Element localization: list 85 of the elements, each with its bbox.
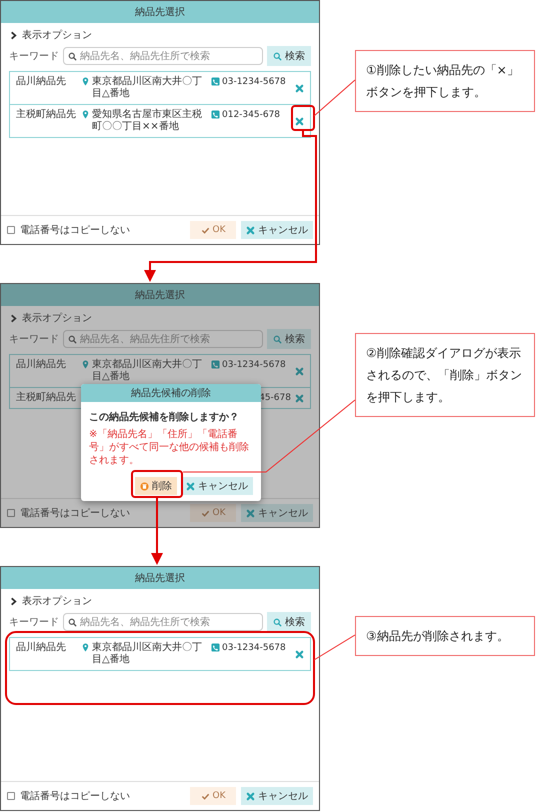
warning-note: ※「納品先名」「住所」「電話番号」がすべて同一な他の候補も削除されます。 — [89, 428, 250, 467]
search-button[interactable]: 検索 — [267, 329, 311, 349]
checkbox[interactable] — [7, 509, 15, 517]
dialog-title: 納品先候補の削除 — [81, 384, 261, 402]
delete-button[interactable] — [294, 648, 304, 660]
keyword-label: キーワード — [9, 616, 59, 629]
address-text: 東京都品川区南大井〇丁目△番地 — [92, 359, 203, 383]
address-text: 愛知県名古屋市東区主税町〇〇丁目××番地 — [92, 109, 203, 133]
delete-icon — [294, 394, 304, 402]
search-icon — [68, 334, 77, 344]
pin-icon — [81, 360, 90, 369]
phone-number: 45-678 — [258, 392, 291, 404]
cancel-button[interactable]: キャンセル — [241, 504, 313, 522]
phone-icon — [211, 77, 220, 86]
checkbox-label: 電話番号はコピーしない — [20, 790, 131, 803]
check-icon — [200, 792, 210, 800]
confirm-question: この納品先候補を削除しますか？ — [89, 410, 240, 424]
options-toggle[interactable]: 表示オプション — [22, 311, 92, 325]
callout-note: ③納品先が削除されます。 — [355, 616, 535, 656]
chevron-icon — [9, 30, 18, 40]
check-icon — [200, 226, 210, 234]
customer-name: 主税町納品先 — [16, 392, 77, 404]
connector-arrow — [151, 497, 163, 565]
options-toggle[interactable]: 表示オプション — [22, 28, 92, 42]
customer-name: 品川納品先 — [16, 359, 67, 371]
address-text: 東京都品川区南大井〇丁目△番地 — [92, 642, 203, 666]
phone-number: 03-1234-5678 — [222, 359, 286, 371]
search-icon — [68, 618, 77, 626]
delete-button[interactable] — [294, 365, 304, 377]
window-title: 納品先選択 — [1, 567, 319, 589]
close-icon — [246, 508, 255, 518]
customer-name: 品川納品先 — [16, 76, 67, 88]
leader-line — [314, 80, 356, 116]
keyword-label: キーワード — [9, 333, 59, 346]
delete-icon — [294, 650, 304, 658]
keyword-label: キーワード — [9, 50, 59, 63]
search-field[interactable]: 納品先名、納品先住所で検索 — [63, 47, 263, 65]
window-title: 納品先選択 — [1, 284, 319, 306]
callout-note: ②削除確認ダイアログが表示されるので、「削除」ボタンを押下します。 — [355, 333, 535, 417]
options-toggle[interactable]: 表示オプション — [22, 594, 92, 608]
delete-button[interactable] — [294, 392, 304, 404]
phone-number: 03-1234-5678 — [222, 76, 286, 88]
delete-button[interactable]: 削除 — [135, 477, 177, 495]
checkbox[interactable] — [7, 792, 15, 800]
customer-name: 品川納品先 — [16, 642, 67, 654]
pin-icon — [81, 110, 90, 119]
check-icon — [200, 508, 210, 518]
checkbox-label: 電話番号はコピーしない — [20, 506, 131, 520]
trash-icon — [140, 482, 149, 490]
search-button[interactable]: 検索 — [267, 46, 311, 66]
chevron-icon — [9, 314, 18, 322]
phone-icon — [211, 643, 220, 652]
cancel-button[interactable]: キャンセル — [181, 477, 253, 495]
phone-icon — [211, 110, 220, 119]
search-field[interactable]: 納品先名、納品先住所で検索 — [63, 613, 263, 631]
highlight-frame — [291, 105, 315, 131]
callout-note: ①削除したい納品先の「×」ボタンを押下します。 — [355, 50, 535, 112]
checkbox[interactable] — [7, 226, 15, 234]
close-icon — [186, 482, 195, 490]
leader-line — [314, 634, 356, 660]
search-icon — [68, 52, 77, 60]
phone-number: 03-1234-5678 — [222, 642, 286, 654]
search-icon — [273, 52, 282, 60]
delete-button[interactable] — [294, 82, 304, 94]
delete-icon — [294, 84, 304, 92]
delete-button[interactable] — [294, 115, 304, 127]
search-icon — [273, 618, 282, 626]
cancel-button[interactable]: キャンセル — [241, 787, 313, 805]
phone-icon — [211, 360, 220, 369]
search-button[interactable]: 検索 — [267, 612, 311, 632]
close-icon — [246, 226, 255, 234]
checkbox-label: 電話番号はコピーしない — [20, 224, 131, 237]
customer-name: 主税町納品先 — [16, 109, 77, 121]
close-icon — [246, 792, 255, 800]
phone-number: 012-345-678 — [222, 109, 280, 121]
delete-icon — [294, 366, 304, 376]
highlight-frame — [131, 470, 183, 498]
address-text: 東京都品川区南大井〇丁目△番地 — [92, 76, 203, 100]
pin-icon — [81, 77, 90, 86]
search-icon — [273, 334, 282, 344]
pin-icon — [81, 643, 90, 652]
window-title: 納品先選択 — [1, 1, 319, 23]
cancel-button[interactable]: キャンセル — [241, 221, 313, 239]
chevron-icon — [9, 596, 18, 606]
delete-icon — [294, 116, 304, 126]
